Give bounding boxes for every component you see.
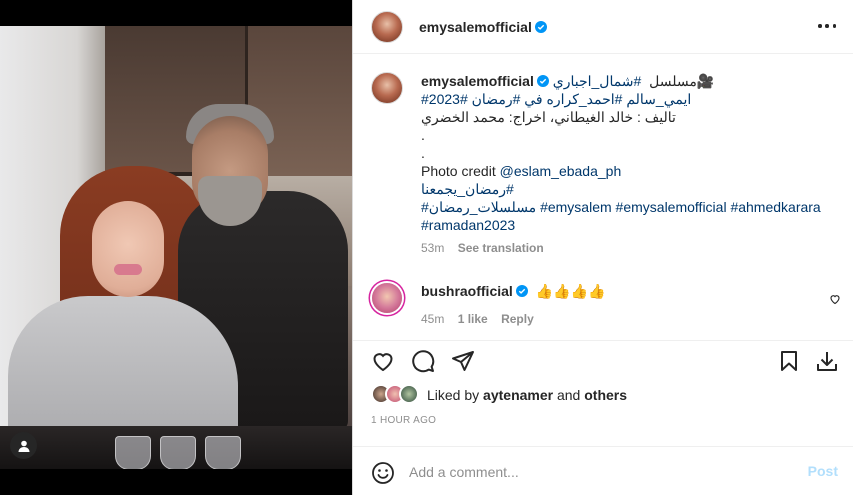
comment-age: 45m (421, 312, 445, 326)
commenter-avatar[interactable] (372, 283, 402, 313)
verified-badge-icon (515, 285, 528, 297)
likes-summary[interactable]: Liked by aytenamer and others (371, 384, 627, 406)
commenter-username[interactable]: bushraofficial (421, 283, 513, 299)
like-comment-heart-icon[interactable] (829, 293, 841, 305)
save-button[interactable] (777, 349, 801, 373)
post-timestamp[interactable]: 1 HOUR AGO (371, 415, 436, 426)
camera-emoji-icon: 🎥 (696, 73, 715, 89)
caption-author-username[interactable]: emysalemofficial (421, 73, 534, 89)
comment-meta: 45m 1 like Reply (421, 310, 831, 328)
user-icon (18, 440, 29, 452)
author-avatar[interactable] (371, 11, 403, 43)
caption-dot: . (421, 127, 425, 143)
comment-likes-button[interactable]: 1 like (458, 312, 488, 326)
post-side-panel: emysalemofficial emysalemofficial #شمال_… (352, 0, 853, 495)
comment-item: bushraofficial 👍👍👍👍 45m 1 like Reply (421, 282, 831, 328)
hashtag-link[interactable]: #شمال_اجباري (553, 73, 642, 89)
caption-dot: . (421, 145, 425, 161)
caption-author-avatar[interactable] (371, 72, 403, 104)
hashtag-link[interactable]: #ramadan2023 (421, 216, 831, 234)
caption-credits-line: تاليف : خالد الغيطاني، اخراج: محمد الخضر… (421, 109, 676, 125)
post-comment-button[interactable]: Post (808, 463, 838, 479)
photo-credit-line: Photo credit @eslam_ebada_ph (421, 163, 622, 179)
author-username[interactable]: emysalemofficial (419, 19, 547, 35)
likes-text: Liked by aytenamer and others (427, 387, 628, 403)
heart-icon (373, 353, 393, 372)
hashtag-link[interactable]: #رمضان_يجمعنا (421, 180, 831, 198)
more-dot-icon (818, 24, 822, 28)
more-dot-icon (832, 24, 836, 28)
more-dot-icon (825, 24, 829, 28)
bookmark-icon (781, 351, 797, 371)
mention-link[interactable]: @eslam_ebada_ph (500, 163, 622, 179)
paper-plane-icon (452, 351, 474, 371)
caption-meta: 53m See translation (421, 239, 831, 257)
others-link[interactable]: others (584, 387, 627, 403)
post-caption: emysalemofficial #شمال_اجباري مسلسل 🎥 اي… (421, 72, 831, 257)
download-icon (817, 352, 837, 371)
caption-hashtags-line[interactable]: #مسلسلات_رمضان #emysalem #emysalemoffici… (421, 198, 831, 216)
caption-hashtags-line[interactable]: ايمي_سالم #احمد_كراره في #رمضان #2023# (421, 90, 831, 108)
comment-input[interactable] (409, 461, 789, 483)
comment-bubble-icon (412, 350, 435, 373)
like-button[interactable] (371, 349, 395, 373)
comment-button[interactable] (411, 349, 435, 373)
share-button[interactable] (451, 349, 475, 373)
post-actions-bar (353, 340, 853, 374)
emoji-icon[interactable] (371, 461, 395, 485)
tagged-users-button[interactable] (10, 432, 37, 459)
post-header: emysalemofficial (353, 0, 853, 54)
instagram-post-view: emysalemofficial emysalemofficial #شمال_… (0, 0, 853, 495)
post-photo[interactable] (0, 26, 352, 469)
more-options-button[interactable] (818, 19, 836, 33)
caption-text: مسلسل (645, 73, 697, 89)
verified-badge-icon (534, 21, 547, 33)
liker-username[interactable]: aytenamer (483, 387, 553, 403)
reply-button[interactable]: Reply (501, 312, 534, 326)
caption-age: 53m (421, 241, 445, 255)
add-comment-bar: Post (353, 446, 853, 495)
verified-badge-icon (536, 75, 549, 87)
comment-text: 👍👍👍👍 (535, 283, 606, 299)
avatar (399, 384, 419, 404)
download-button[interactable] (815, 349, 839, 373)
likers-avatars (371, 384, 421, 406)
see-translation-button[interactable]: See translation (458, 241, 544, 255)
